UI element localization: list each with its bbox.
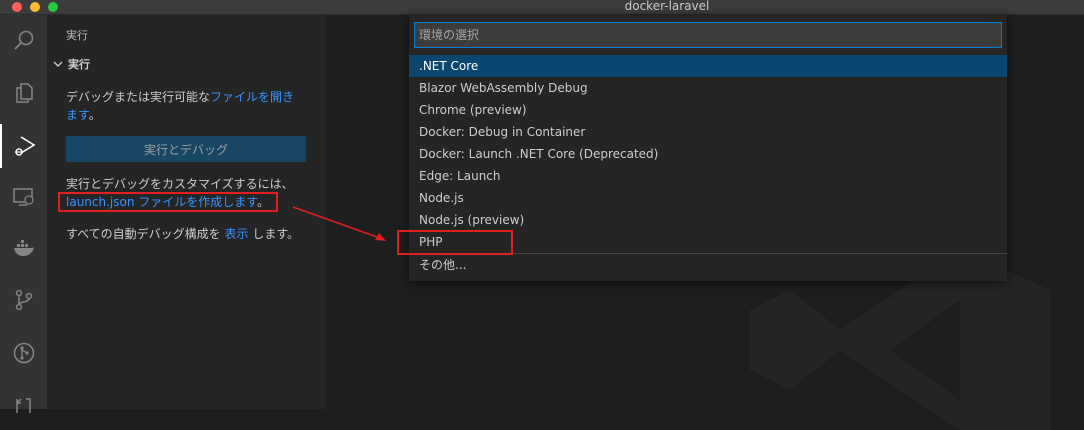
source-control-icon [15,289,32,311]
section-label: 実行 [68,58,90,71]
environment-option-docker-debug[interactable]: Docker: Debug in Container [409,121,1007,143]
environment-option-chrome[interactable]: Chrome (preview) [409,99,1007,121]
docker-icon [13,240,34,256]
activity-remote-explorer[interactable] [0,175,47,219]
environment-option-dotnet-core[interactable]: .NET Core [409,55,1007,77]
intro-suffix: 。 [88,108,101,122]
environment-filter-input[interactable] [414,22,1002,48]
open-file-link[interactable]: ファイルを開き [210,90,294,104]
activity-history[interactable] [0,383,47,427]
history-icon [15,398,31,413]
intro-text: デバッグまたは実行可能な [66,90,211,104]
activity-bar [0,15,47,413]
remote-explorer-icon [12,188,34,206]
sidebar-title: 実行 [66,29,88,42]
window-title: docker-laravel [624,0,710,13]
activity-run-debug[interactable] [0,124,47,168]
activity-source-control[interactable] [0,278,47,322]
title-bar: docker-laravel [0,0,1084,15]
run-sidebar: 実行 実行 デバッグまたは実行可能なファイルを開き ます。 実行とデバッグ 実行… [47,15,326,409]
activity-git-graph[interactable] [0,331,47,375]
show-all-configs-message: すべての自動デバッグ構成を 表示 します。 [66,225,306,243]
environment-option-blazor[interactable]: Blazor WebAssembly Debug [409,77,1007,99]
customize-text: 実行とデバッグをカスタマイズするには、 [66,177,294,191]
open-file-message: デバッグまたは実行可能なファイルを開き ます。 [66,88,306,124]
show-all-configs-link[interactable]: 表示 [225,227,249,241]
environment-option-docker-launch[interactable]: Docker: Launch .NET Core (Deprecated) [409,143,1007,165]
files-icon [15,83,33,103]
environment-option-node-preview[interactable]: Node.js (preview) [409,209,1007,231]
activity-docker[interactable] [0,226,47,270]
search-icon [13,30,33,50]
git-graph-icon [13,342,34,364]
environment-option-node[interactable]: Node.js [409,187,1007,209]
run-and-debug-button[interactable]: 実行とデバッグ [66,136,306,162]
show-all-prefix: すべての自動デバッグ構成を [66,227,221,241]
show-all-suffix: します。 [252,227,300,241]
section-header-run[interactable]: 実行 [51,56,90,72]
activity-search[interactable] [0,19,47,63]
annotation-box-launch-link [58,192,278,212]
open-file-link-continued[interactable]: ます [66,108,89,122]
activity-explorer[interactable] [0,71,47,115]
annotation-box-php [397,230,513,255]
environment-option-other[interactable]: その他... [409,253,1007,276]
chevron-down-icon [53,61,63,67]
run-debug-icon [14,136,36,156]
environment-option-edge[interactable]: Edge: Launch [409,165,1007,187]
